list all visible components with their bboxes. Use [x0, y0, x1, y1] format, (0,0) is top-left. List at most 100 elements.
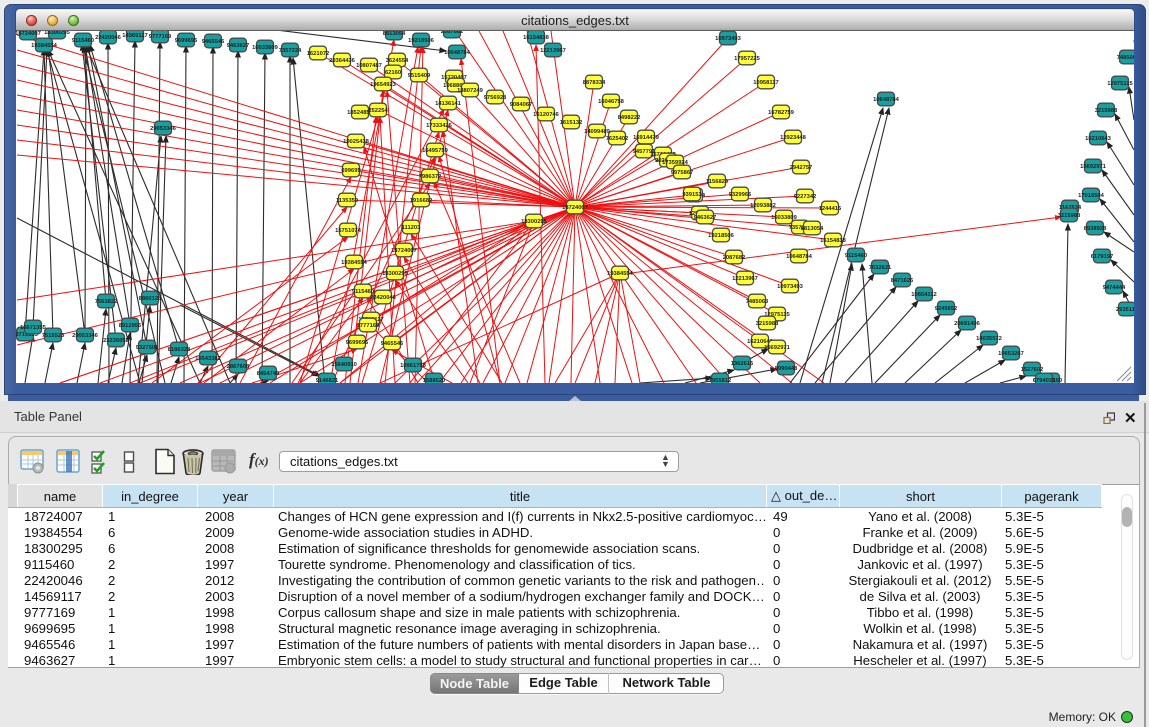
svg-text:15751074: 15751074: [335, 228, 362, 234]
svg-text:10973493: 10973493: [715, 36, 742, 42]
svg-text:9777169: 9777169: [357, 323, 380, 329]
svg-text:7563822: 7563822: [95, 299, 118, 305]
svg-text:8813054: 8813054: [801, 226, 824, 232]
svg-text:7955812: 7955812: [709, 378, 732, 383]
svg-text:939153: 939153: [682, 192, 702, 198]
svg-text:1621072: 1621072: [307, 51, 330, 57]
svg-text:1916682: 1916682: [410, 198, 433, 204]
svg-text:8454749: 8454749: [257, 371, 280, 377]
svg-text:12093882: 12093882: [750, 203, 776, 209]
svg-text:23226058: 23226058: [103, 338, 130, 344]
svg-text:9146821: 9146821: [316, 378, 339, 383]
svg-text:9474444: 9474444: [1103, 285, 1126, 291]
svg-text:111203: 111203: [402, 225, 421, 231]
svg-text:8186328: 8186328: [168, 347, 191, 353]
svg-text:2087682: 2087682: [723, 255, 746, 261]
svg-text:10654112: 10654112: [911, 292, 936, 298]
svg-text:699695: 699695: [341, 168, 361, 174]
svg-text:12213967: 12213967: [540, 48, 566, 54]
svg-text:10648784: 10648784: [786, 254, 813, 260]
svg-text:9699695: 9699695: [175, 38, 198, 44]
svg-text:9327506: 9327506: [136, 345, 159, 351]
svg-text:8813054: 8813054: [383, 31, 406, 37]
svg-text:9463627: 9463627: [694, 215, 717, 221]
svg-text:10543382: 10543382: [195, 356, 221, 362]
svg-text:9777169: 9777169: [149, 34, 172, 40]
svg-text:18300295: 18300295: [44, 31, 71, 36]
svg-text:19218506: 19218506: [708, 233, 735, 239]
svg-text:9699695: 9699695: [346, 340, 369, 346]
svg-text:7485063: 7485063: [1117, 55, 1134, 61]
svg-text:2087682: 2087682: [441, 31, 464, 35]
svg-text:18724007: 18724007: [562, 205, 588, 211]
svg-text:7625402: 7625402: [606, 136, 629, 142]
svg-text:22420046: 22420046: [95, 35, 122, 41]
svg-text:18724007: 18724007: [16, 31, 41, 37]
svg-text:16914479: 16914479: [633, 135, 660, 141]
svg-text:9515409: 9515409: [408, 73, 431, 79]
svg-text:2867608: 2867608: [227, 364, 250, 370]
svg-text:6179197: 6179197: [1091, 254, 1114, 260]
svg-text:7357224: 7357224: [279, 48, 302, 54]
svg-text:10958117: 10958117: [753, 80, 778, 86]
svg-text:12923448: 12923448: [780, 135, 807, 141]
svg-text:9975867: 9975867: [671, 170, 694, 176]
svg-text:1588520: 1588520: [423, 378, 446, 383]
svg-text:8938928: 8938928: [1084, 226, 1107, 232]
svg-text:16046758: 16046758: [598, 99, 625, 105]
svg-text:7485063: 7485063: [746, 299, 769, 305]
svg-text:19384554: 19384554: [341, 260, 368, 266]
svg-text:29053346: 29053346: [72, 333, 99, 339]
svg-text:16033809: 16033809: [252, 45, 279, 51]
svg-text:1135359: 1135359: [336, 198, 359, 204]
svg-text:9115460: 9115460: [845, 253, 867, 259]
svg-text:14099489: 14099489: [584, 129, 611, 135]
svg-text:14035572: 14035572: [976, 336, 1002, 342]
svg-text:16120746: 16120746: [533, 112, 560, 118]
svg-text:15692971: 15692971: [1080, 164, 1107, 170]
svg-text:8498222: 8498222: [618, 115, 641, 121]
svg-text:6794028: 6794028: [1033, 378, 1056, 383]
svg-text:8990448: 8990448: [775, 366, 798, 372]
svg-text:16210643: 16210643: [1085, 136, 1112, 142]
svg-text:9463627: 9463627: [227, 43, 250, 49]
svg-text:3215988: 3215988: [1058, 213, 1081, 219]
svg-text:1362615: 1362615: [731, 361, 754, 367]
svg-text:14569117: 14569117: [122, 33, 147, 39]
svg-text:15640910: 15640910: [331, 362, 357, 368]
svg-text:22420046: 22420046: [370, 295, 397, 301]
svg-text:252254: 252254: [368, 108, 388, 114]
svg-text:1527602: 1527602: [1021, 367, 1044, 373]
svg-text:19384554: 19384554: [31, 43, 58, 49]
svg-text:3215988: 3215988: [1095, 108, 1118, 114]
svg-text:9465546: 9465546: [202, 39, 225, 45]
svg-text:9756928: 9756928: [484, 95, 507, 101]
svg-text:2942757: 2942757: [790, 165, 813, 171]
svg-text:1156829: 1156829: [706, 179, 729, 185]
svg-text:8912955: 8912955: [119, 323, 142, 329]
svg-text:29053346: 29053346: [150, 126, 177, 132]
svg-text:7986372: 7986372: [419, 174, 442, 180]
svg-text:9227342: 9227342: [794, 194, 817, 200]
svg-text:15692971: 15692971: [764, 345, 791, 351]
svg-text:12975115: 12975115: [1107, 81, 1133, 87]
svg-text:19218506: 19218506: [408, 38, 435, 44]
svg-text:1615132: 1615132: [560, 120, 583, 126]
svg-text:17333426: 17333426: [426, 123, 453, 129]
svg-text:18724007: 18724007: [391, 248, 417, 254]
svg-text:7515523: 7515523: [42, 333, 65, 339]
svg-text:10025438: 10025438: [343, 139, 370, 145]
svg-text:16782759: 16782759: [768, 110, 795, 116]
svg-text:62160: 62160: [385, 70, 401, 76]
svg-text:19384554: 19384554: [607, 271, 634, 277]
svg-text:10973493: 10973493: [777, 284, 804, 290]
svg-text:10961758: 10961758: [400, 363, 427, 369]
svg-text:3215988: 3215988: [756, 321, 779, 327]
svg-text:20691406: 20691406: [954, 321, 981, 327]
svg-text:18300295: 18300295: [382, 271, 409, 277]
svg-text:19654923: 19654923: [370, 82, 397, 88]
svg-text:16154838: 16154838: [523, 35, 550, 41]
svg-text:8860128: 8860128: [139, 296, 162, 302]
svg-text:16495759: 16495759: [422, 148, 449, 154]
svg-text:14136141: 14136141: [435, 101, 462, 107]
